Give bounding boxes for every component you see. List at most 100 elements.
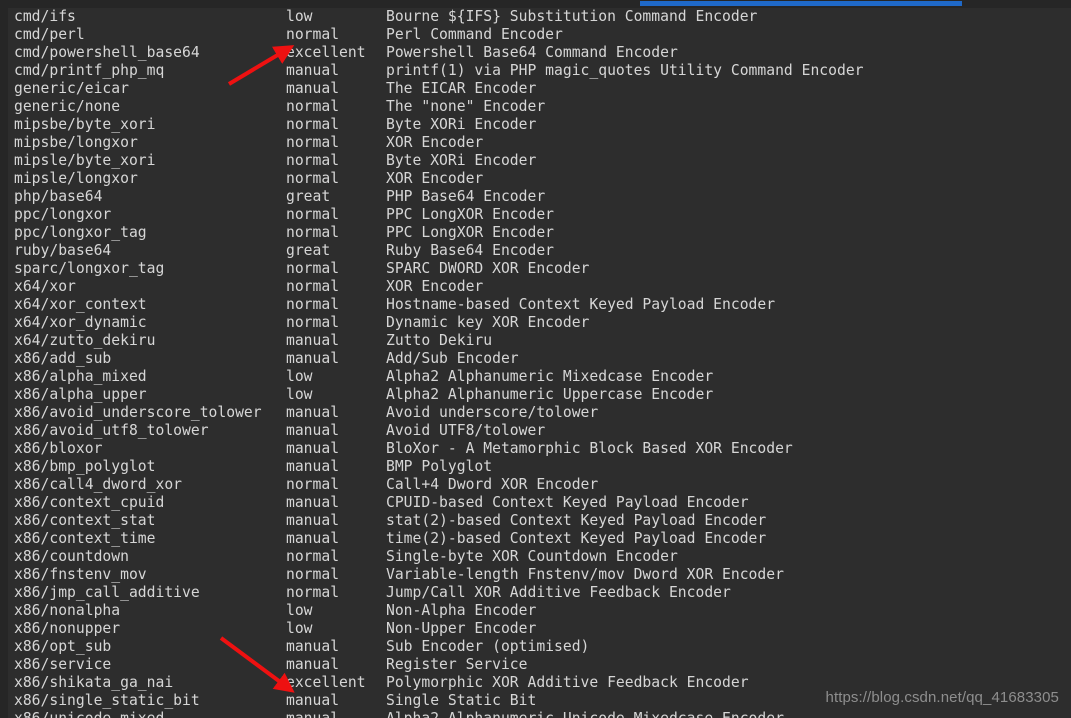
encoder-row: x64/zutto_dekiru manual Zutto Dekiru: [0, 332, 1071, 350]
encoder-description: Zutto Dekiru: [386, 332, 493, 349]
encoder-description: Bourne ${IFS} Substitution Command Encod…: [386, 8, 758, 25]
encoder-description: Non-Alpha Encoder: [386, 602, 537, 619]
encoder-rank: manual: [286, 494, 340, 511]
encoder-name: x86/avoid_underscore_tolower: [14, 404, 262, 421]
encoder-description: Alpha2 Alphanumeric Mixedcase Encoder: [386, 368, 714, 385]
encoder-row: php/base64 great PHP Base64 Encoder: [0, 188, 1071, 206]
encoder-row: cmd/powershell_base64 excellent Powershell…: [0, 44, 1071, 62]
encoder-row: mipsbe/byte_xori normal Byte XORi Encoder: [0, 116, 1071, 134]
encoder-name: mipsbe/byte_xori: [14, 116, 156, 133]
encoder-description: Variable-length Fnstenv/mov Dword XOR En…: [386, 566, 784, 583]
encoder-row: x86/alpha_upper low Alpha2 Alphanumeric Up…: [0, 386, 1071, 404]
encoder-name: x86/add_sub: [14, 350, 112, 367]
encoder-name: cmd/perl: [14, 26, 85, 43]
encoder-description: Perl Command Encoder: [386, 26, 563, 43]
encoder-name: x64/xor: [14, 278, 76, 295]
encoder-name: x86/bmp_polyglot: [14, 458, 156, 475]
terminal-window: cmd/ifs low Bourne ${IFS} Substitution Com…: [0, 0, 1071, 718]
encoder-row: x86/add_sub manual Add/Sub Encoder: [0, 350, 1071, 368]
encoder-row: x86/avoid_underscore_tolower manual Avoid …: [0, 404, 1071, 422]
encoder-description: printf(1) via PHP magic_quotes Utility C…: [386, 62, 864, 79]
left-gutter: [0, 0, 8, 718]
encoder-row: cmd/ifs low Bourne ${IFS} Substitution Com…: [0, 8, 1071, 26]
encoder-row: ppc/longxor normal PPC LongXOR Encoder: [0, 206, 1071, 224]
encoder-description: CPUID-based Context Keyed Payload Encode…: [386, 494, 749, 511]
encoder-description: PHP Base64 Encoder: [386, 188, 546, 205]
encoder-row: x86/nonupper low Non-Upper Encoder: [0, 620, 1071, 638]
encoder-description: Non-Upper Encoder: [386, 620, 537, 637]
encoder-name: x86/single_static_bit: [14, 692, 200, 709]
encoder-description: Register Service: [386, 656, 528, 673]
encoder-row: mipsbe/longxor normal XOR Encoder: [0, 134, 1071, 152]
encoder-rank: manual: [286, 80, 340, 97]
encoder-name: x86/unicode_mixed: [14, 710, 164, 718]
encoder-rank: normal: [286, 278, 340, 295]
encoder-description: Ruby Base64 Encoder: [386, 242, 555, 259]
encoder-rank: manual: [286, 530, 340, 547]
encoder-description: Alpha2 Alphanumeric Uppercase Encoder: [386, 386, 714, 403]
encoder-rank: normal: [286, 98, 340, 115]
encoder-description: stat(2)-based Context Keyed Payload Enco…: [386, 512, 767, 529]
encoder-rank: manual: [286, 62, 340, 79]
encoder-description: Single-byte XOR Countdown Encoder: [386, 548, 678, 565]
horizontal-scrollbar-thumb[interactable]: [640, 1, 962, 6]
encoder-rank: normal: [286, 116, 340, 133]
encoder-name: ppc/longxor: [14, 206, 112, 223]
encoder-name: x86/service: [14, 656, 112, 673]
encoder-name: generic/eicar: [14, 80, 129, 97]
encoder-row: x86/context_stat manual stat(2)-based Cont…: [0, 512, 1071, 530]
encoder-description: time(2)-based Context Keyed Payload Enco…: [386, 530, 767, 547]
encoder-name: generic/none: [14, 98, 121, 115]
encoder-rank: normal: [286, 260, 340, 277]
encoder-name: ppc/longxor_tag: [14, 224, 147, 241]
encoder-description: Avoid underscore/tolower: [386, 404, 599, 421]
encoder-description: Call+4 Dword XOR Encoder: [386, 476, 599, 493]
encoder-name: x86/alpha_upper: [14, 386, 147, 403]
encoder-description: BloXor - A Metamorphic Block Based XOR E…: [386, 440, 793, 457]
encoder-row: x64/xor normal XOR Encoder: [0, 278, 1071, 296]
encoder-row: x86/context_time manual time(2)-based Cont…: [0, 530, 1071, 548]
encoder-description: The "none" Encoder: [386, 98, 546, 115]
encoder-description: Alpha2 Alphanumeric Unicode Mixedcase En…: [386, 710, 784, 718]
encoder-rank: normal: [286, 296, 340, 313]
encoder-name: x86/opt_sub: [14, 638, 112, 655]
encoder-description: The EICAR Encoder: [386, 80, 537, 97]
encoder-row: x86/call4_dword_xor normal Call+4 Dword XO…: [0, 476, 1071, 494]
encoder-row: cmd/perl normal Perl Command Encoder: [0, 26, 1071, 44]
encoder-description: XOR Encoder: [386, 170, 484, 187]
encoder-rank: normal: [286, 170, 340, 187]
encoder-name: x86/avoid_utf8_tolower: [14, 422, 209, 439]
encoder-name: x86/context_stat: [14, 512, 156, 529]
encoder-name: mipsbe/longxor: [14, 134, 138, 151]
encoder-description: Polymorphic XOR Additive Feedback Encode…: [386, 674, 749, 691]
encoder-name: x64/xor_dynamic: [14, 314, 147, 331]
encoder-row: x86/context_cpuid manual CPUID-based Conte…: [0, 494, 1071, 512]
encoder-row: mipsle/byte_xori normal Byte XORi Encoder: [0, 152, 1071, 170]
encoder-description: PPC LongXOR Encoder: [386, 206, 555, 223]
encoder-row: x86/service manual Register Service: [0, 656, 1071, 674]
encoder-row: x86/countdown normal Single-byte XOR Count…: [0, 548, 1071, 566]
encoder-rank: manual: [286, 656, 340, 673]
encoder-rank: manual: [286, 440, 340, 457]
encoder-row: generic/none normal The "none" Encoder: [0, 98, 1071, 116]
encoder-name: cmd/powershell_base64: [14, 44, 200, 61]
encoder-row: x86/bloxor manual BloXor - A Metamorphic B…: [0, 440, 1071, 458]
encoder-row: x86/jmp_call_additive normal Jump/Call XOR…: [0, 584, 1071, 602]
encoder-name: x86/fnstenv_mov: [14, 566, 147, 583]
encoder-description: SPARC DWORD XOR Encoder: [386, 260, 590, 277]
encoder-rank: normal: [286, 314, 340, 331]
encoder-rank: low: [286, 368, 313, 385]
encoder-rank: low: [286, 602, 313, 619]
encoder-description: Hostname-based Context Keyed Payload Enc…: [386, 296, 776, 313]
encoder-name: x86/context_time: [14, 530, 156, 547]
encoder-description: PPC LongXOR Encoder: [386, 224, 555, 241]
encoder-rank: manual: [286, 710, 339, 718]
encoder-rank: low: [286, 620, 313, 637]
encoder-name: ruby/base64: [14, 242, 112, 259]
encoder-rank: excellent: [286, 674, 366, 691]
encoder-rank: manual: [286, 422, 340, 439]
encoder-rank: normal: [286, 566, 340, 583]
encoder-list-output[interactable]: cmd/ifs low Bourne ${IFS} Substitution Com…: [0, 8, 1071, 718]
encoder-name: x86/shikata_ga_nai: [14, 674, 174, 691]
encoder-name: x86/countdown: [14, 548, 129, 565]
